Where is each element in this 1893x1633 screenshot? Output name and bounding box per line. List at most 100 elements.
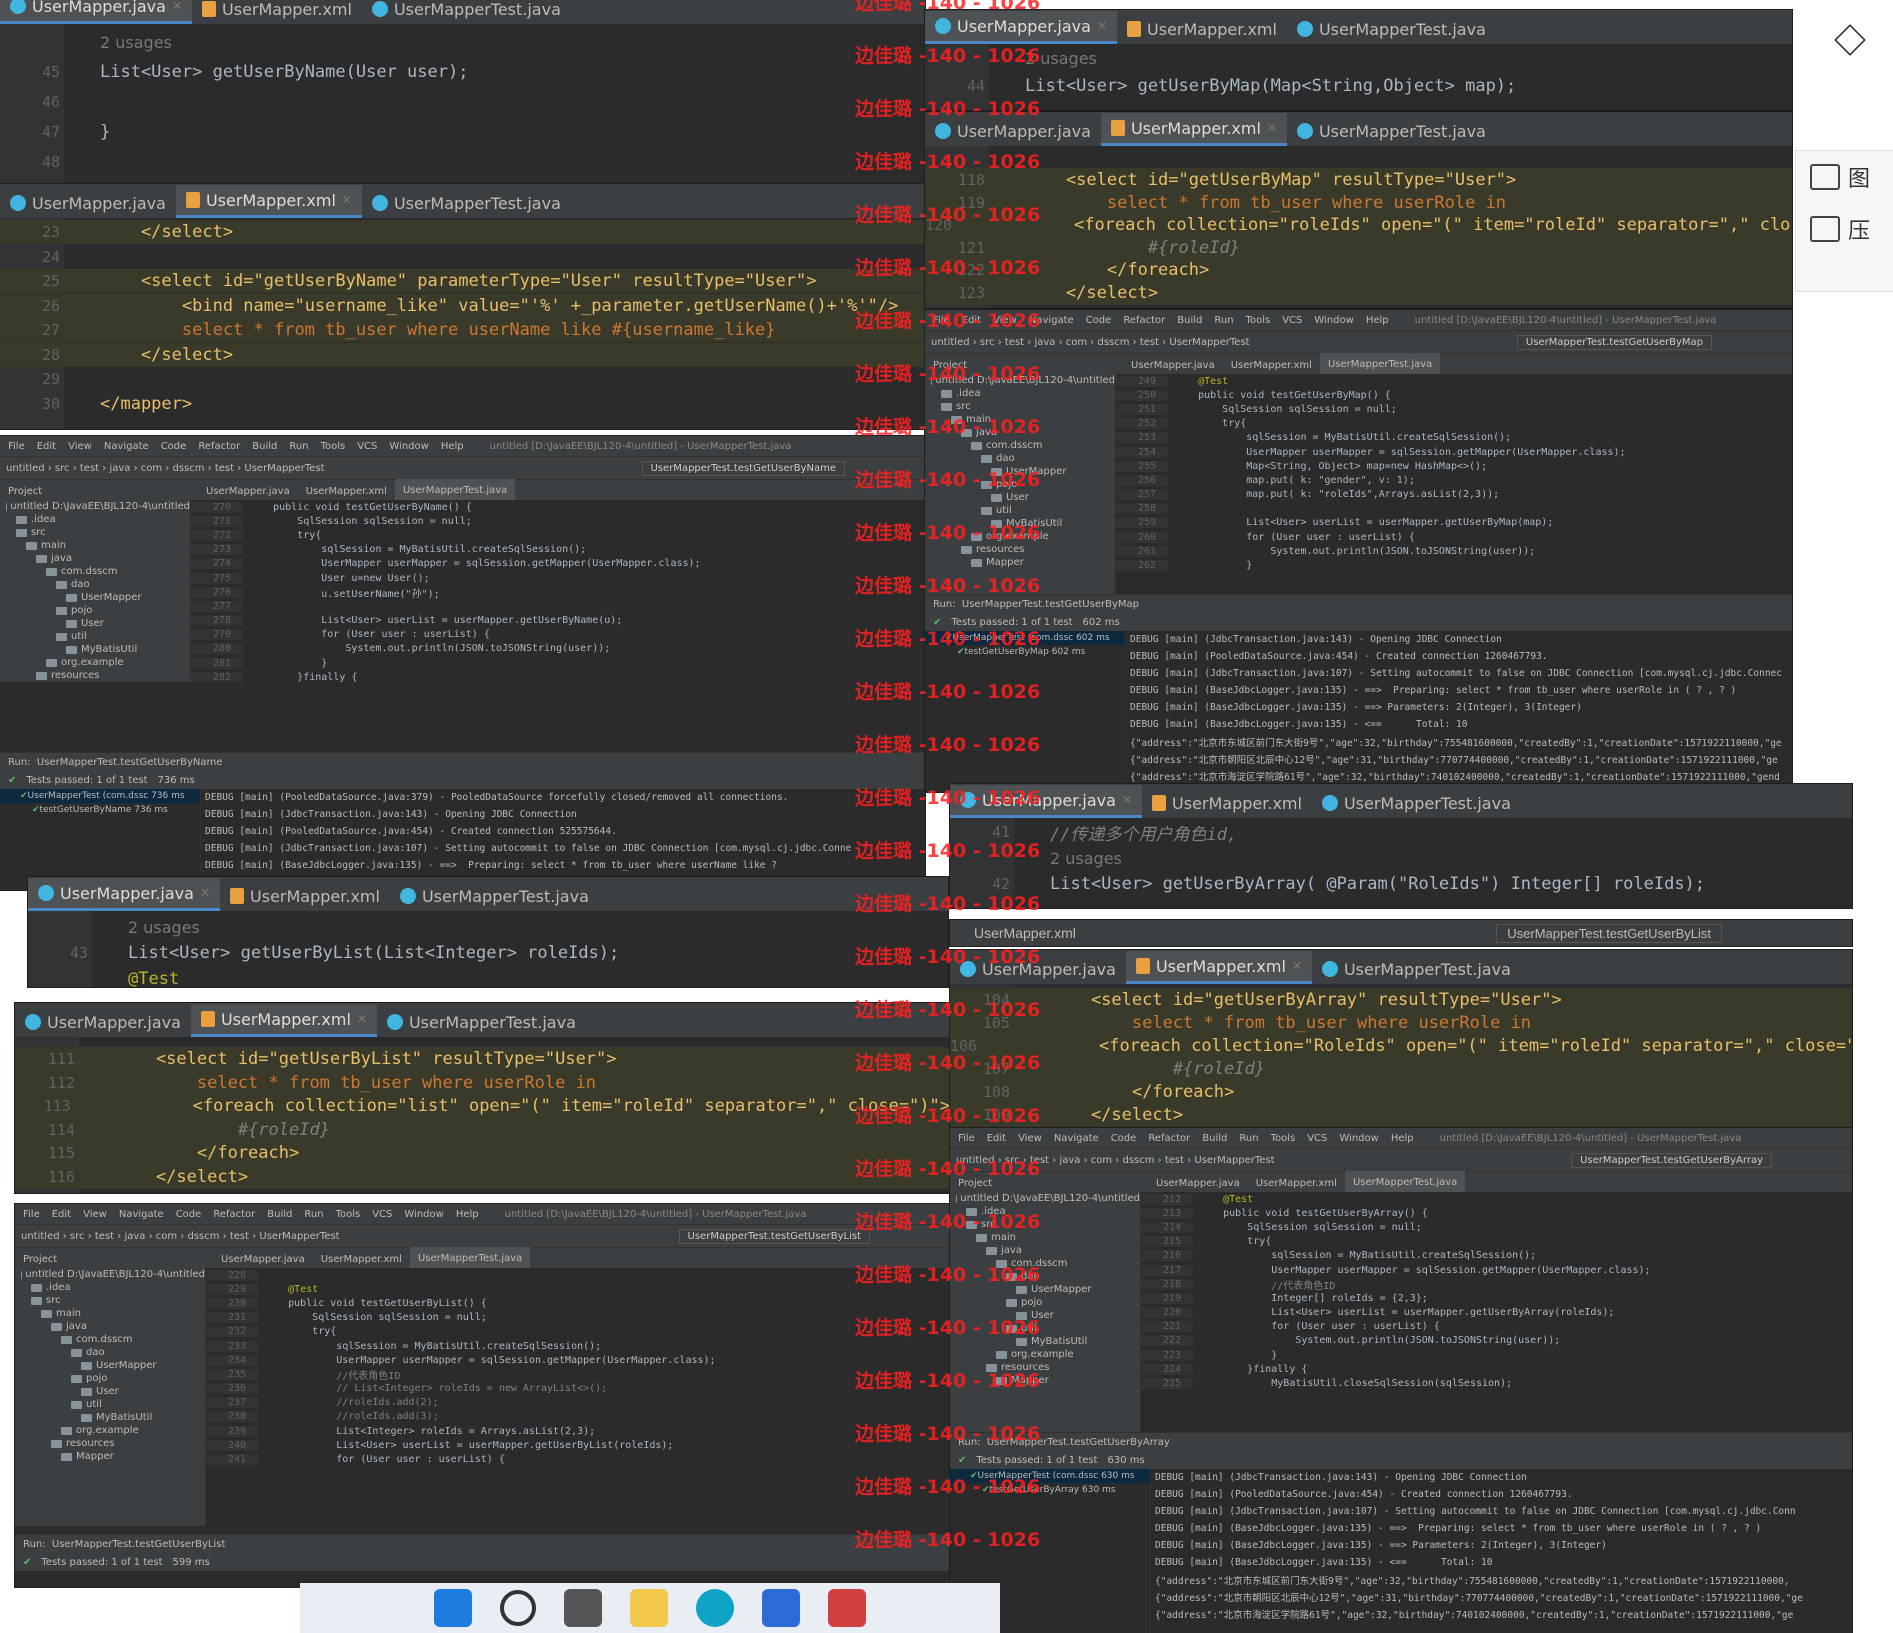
menu-item[interactable]: Edit [987,1133,1006,1144]
test-tree-item[interactable]: ✔ UserMapperTest (com.dssc 736 ms [0,789,200,803]
menu-item[interactable]: File [958,1133,975,1144]
file-explorer-icon[interactable] [630,1589,668,1627]
menu-item[interactable]: Refactor [1123,315,1165,326]
project-label[interactable]: Project [0,486,198,497]
windows-start-icon[interactable] [434,1589,472,1627]
popup-item-compress[interactable]: 压 [1796,203,1893,255]
tree-item[interactable]: User [0,617,190,630]
test-tree-item[interactable]: ✔ testGetUserByName 736 ms [0,803,200,817]
tree-item[interactable]: com.dsscm [925,439,1115,452]
test-tree[interactable]: ✔ UserMapperTest (com.dssc 736 ms ✔ testG… [0,789,201,890]
tree-item[interactable]: User [925,491,1115,504]
tree-item[interactable]: java [0,552,190,565]
project-tree[interactable]: untitled D:\JavaEE\BJL120-4\untitled .ide… [0,500,191,682]
run-config-select[interactable]: UserMapperTest.testGetUserByName [641,460,845,476]
tree-item[interactable]: Mapper [925,556,1115,569]
tree-item[interactable]: UserMapper [0,591,190,604]
tree-item[interactable]: util [0,630,190,643]
tree-item[interactable]: src [15,1294,205,1307]
tab-user-mapper-test[interactable]: UserMapperTest.java [1312,788,1521,818]
run-config-select[interactable]: UserMapperTest.testGetUserByArray [1571,1152,1772,1168]
tree-item[interactable]: pojo [0,604,190,617]
project-tree[interactable]: untitled D:\JavaEE\BJL120-4\untitled .ide… [15,1268,206,1526]
tree-item[interactable]: dao [925,452,1115,465]
code-area[interactable]: 41//传递多个用户角色id, 2 usages 42 List<User> getU… [950,818,1852,908]
test-tree[interactable]: ✔ UserMapperTest (com.dssc 602 ms ✔ testG… [925,631,1126,792]
menu-item[interactable]: Tools [336,1209,361,1220]
console-output[interactable]: DEBUG [main] (PooledDataSource.java:379)… [205,789,925,890]
tab-user-mapper-test[interactable]: UserMapperTest.java [1287,14,1496,44]
menu-item[interactable]: Code [176,1209,202,1220]
menu-item[interactable]: Help [456,1209,479,1220]
menu-item[interactable]: Refactor [1148,1133,1190,1144]
tab-user-mapper-xml[interactable]: UserMapper.xml [1248,1172,1345,1194]
menu-item[interactable]: Refactor [198,441,240,452]
menu-item[interactable]: Code [1086,315,1112,326]
tab-user-mapper-xml[interactable]: UserMapper.xml ✕ [1100,113,1287,146]
code-area[interactable]: 118 <select id="getUserByMap" resultType… [925,146,1792,308]
tree-item[interactable]: util [15,1398,205,1411]
menu-item[interactable]: Window [1339,1133,1378,1144]
tree-item[interactable]: main [0,539,190,552]
tab-user-mapper-test[interactable]: UserMapperTest.java [362,0,571,24]
tab-user-mapper-xml[interactable]: UserMapper.xml [192,0,362,24]
tree-item[interactable]: org.example [15,1424,205,1437]
menu-item[interactable]: Run [1239,1133,1258,1144]
run-config-select[interactable]: UserMapperTest.testGetUserByMap [1516,334,1712,350]
menu-item[interactable]: Build [1177,315,1202,326]
tree-item[interactable]: java [950,1244,1140,1257]
tree-item[interactable]: .idea [0,513,190,526]
code-area[interactable]: 23 </select> 24 25 <select id="getUserByNa… [0,218,925,429]
tree-item[interactable]: MyBatisUtil [15,1411,205,1424]
tab-user-mapper-xml[interactable]: UserMapper.xml ✕ [1125,951,1312,984]
menu-item[interactable]: Tools [1271,1133,1296,1144]
console-output[interactable]: DEBUG [main] (JdbcTransaction.java:143) … [1155,1469,1852,1633]
tree-item[interactable]: pojo [950,1296,1140,1309]
menu-item[interactable]: Refactor [213,1209,255,1220]
code-area[interactable]: 2 usages 44 List<User> getUserByMap(Map<St… [925,44,1792,110]
tree-item[interactable]: untitled D:\JavaEE\BJL120-4\untitled [0,500,190,513]
menu-item[interactable]: VCS [357,441,377,452]
tree-item[interactable]: org.example [0,656,190,669]
menu-item[interactable]: Navigate [104,441,149,452]
menu-item[interactable]: Window [1314,315,1353,326]
tree-item[interactable]: untitled D:\JavaEE\BJL120-4\untitled [950,1192,1140,1205]
tab-user-mapper-java[interactable]: UserMapper.java ✕ [28,878,221,911]
menu-item[interactable]: Edit [52,1209,71,1220]
tab-user-mapper-java[interactable]: UserMapper.java ✕ [925,11,1118,44]
tab-user-mapper-test[interactable]: UserMapperTest.java [362,188,571,218]
tab-user-mapper-java[interactable]: UserMapper.java [1123,354,1223,376]
tab-user-mapper-xml[interactable]: UserMapper.xml [1223,354,1320,376]
menu-item[interactable]: View [83,1209,107,1220]
tree-item[interactable]: util [925,504,1115,517]
tab-user-mapper-java[interactable]: UserMapper.java ✕ [0,0,193,24]
tab-user-mapper-java[interactable]: UserMapper.java [0,188,176,218]
tab-user-mapper-xml[interactable]: UserMapper.xml [1142,788,1312,818]
tab-user-mapper-xml[interactable]: UserMapper.xml ✕ [175,185,362,218]
close-icon[interactable]: ✕ [172,0,182,13]
menu-item[interactable]: Help [1391,1133,1414,1144]
menu-item[interactable]: Navigate [1054,1133,1099,1144]
menu-item[interactable]: Code [161,441,187,452]
project-label[interactable]: Project [15,1254,213,1265]
menu-item[interactable]: Code [1111,1133,1137,1144]
search-icon[interactable] [500,1590,536,1626]
tab-user-mapper-test[interactable]: UserMapperTest.java [377,1007,586,1037]
run-config-select[interactable]: UserMapperTest.testGetUserByList [1496,923,1722,943]
tree-item[interactable]: com.dsscm [0,565,190,578]
code-area[interactable]: 2 usages 45 List<User> getUserByName(User … [0,24,925,185]
tab-user-mapper-xml[interactable]: UserMapper.xml [1117,14,1287,44]
menu-item[interactable]: Tools [1246,315,1271,326]
tab-user-mapper-xml[interactable]: UserMapper.xml [220,881,390,911]
menu-item[interactable]: View [1018,1133,1042,1144]
menu-item[interactable]: Tools [321,441,346,452]
code-area[interactable]: 104 <select id="getUserByArray" resultTy… [950,984,1852,1128]
menu-item[interactable]: Help [1366,315,1389,326]
tree-item[interactable]: User [15,1385,205,1398]
menu-item[interactable]: Window [389,441,428,452]
app-icon[interactable] [828,1589,866,1627]
close-icon[interactable]: ✕ [1267,121,1277,135]
tree-item[interactable]: dao [15,1346,205,1359]
menu-item[interactable]: Edit [37,441,56,452]
menu-item[interactable]: Run [289,441,308,452]
